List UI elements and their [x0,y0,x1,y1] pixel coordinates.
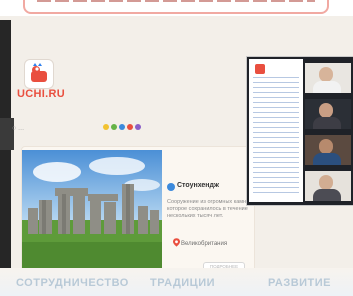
header-faint-text: ○ ... [12,125,25,132]
participant-tile-2[interactable] [305,99,351,129]
participant-tile-4[interactable] [305,171,351,201]
dot-red [127,124,133,130]
dot-green [111,124,117,130]
dot-blue [119,124,125,130]
banner-word-1: СОТРУДНИЧЕСТВО [16,277,129,289]
pin-icon [173,238,180,247]
banner-word-3: РАЗВИТИЕ [268,277,332,289]
participant-tile-3[interactable] [305,135,351,165]
info-icon [167,183,175,191]
video-call-window[interactable] [246,56,353,206]
landmark-card[interactable]: Стоунхендж Сооружение из огромных камней… [21,146,255,273]
dot-yellow [103,124,109,130]
card-location: Великобритания [181,241,228,247]
app-logo-icon [24,59,54,89]
left-dark-panel [0,118,14,150]
bottom-banner: СОТРУДНИЧЕСТВО ТРАДИЦИИ РАЗВИТИЕ [0,268,353,296]
color-dots [103,124,141,130]
brand-name: UCHI.RU [17,88,65,100]
doc-text-lines [253,77,299,197]
doc-logo-icon [255,64,265,74]
left-edge-bar [0,20,11,296]
banner-word-2: ТРАДИЦИИ [150,277,216,289]
dot-purple [135,124,141,130]
card-title: Стоунхендж [177,182,219,189]
card-description: Сооружение из огромных камней, которое с… [167,199,254,219]
shared-document [249,59,303,202]
stonehenge-image [22,150,162,269]
top-banner [23,0,329,14]
participant-tile-1[interactable] [305,63,351,93]
